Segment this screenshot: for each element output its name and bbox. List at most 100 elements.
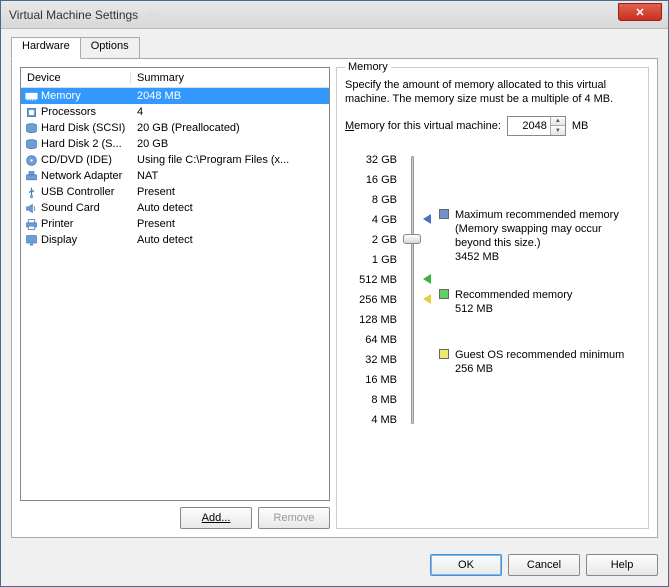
spin-up-icon[interactable]: ▲ (551, 117, 565, 126)
slider-thumb[interactable] (403, 234, 421, 244)
legend-min: Guest OS recommended minimum 256 MB (439, 348, 624, 376)
spin-down-icon[interactable]: ▼ (551, 126, 565, 135)
memory-input-label: Memory for this virtual machine: (345, 120, 501, 132)
table-row[interactable]: Display Auto detect (21, 232, 329, 248)
slider-area: 32 GB16 GB8 GB4 GB2 GB1 GB512 MB256 MB12… (345, 150, 640, 430)
memory-group: Memory Specify the amount of memory allo… (336, 67, 649, 529)
slider-legend: Maximum recommended memory (Memory swapp… (439, 150, 640, 430)
memory-group-label: Memory (345, 61, 391, 73)
cd-icon (25, 154, 38, 167)
table-header[interactable]: Device Summary (21, 68, 329, 88)
device-summary: 20 GB (131, 138, 329, 150)
table-row[interactable]: Network AdapterNAT (21, 168, 329, 184)
device-summary: Using file C:\Program Files (x... (131, 154, 329, 166)
device-name: Sound Card (41, 202, 100, 214)
close-icon: ✕ (635, 6, 644, 19)
titlebar[interactable]: Virtual Machine Settings ⋯ ✕ (1, 1, 668, 29)
legend-min-value: 256 MB (455, 362, 624, 376)
table-row[interactable]: CD/DVD (IDE) Using file C:\Program Files … (21, 152, 329, 168)
memory-spinner[interactable]: ▲ ▼ (507, 116, 566, 136)
bottom-buttons: OK Cancel Help (1, 546, 668, 586)
device-summary: 4 (131, 106, 329, 118)
marker-min-icon (423, 294, 431, 304)
cpu-icon (25, 106, 38, 119)
slider-tick-label: 16 MB (345, 370, 401, 390)
legend-rec-value: 512 MB (455, 302, 572, 316)
usb-icon (25, 186, 38, 199)
tab-options[interactable]: Options (80, 37, 140, 59)
device-name: Display (41, 234, 77, 246)
close-button[interactable]: ✕ (618, 3, 662, 21)
slider-tick-label: 128 MB (345, 310, 401, 330)
sound-icon (25, 202, 38, 215)
spin-buttons[interactable]: ▲ ▼ (550, 117, 565, 135)
marker-max-icon (423, 214, 431, 224)
device-name: USB Controller (41, 186, 114, 198)
slider-tick-label: 512 MB (345, 270, 401, 290)
device-name: CD/DVD (IDE) (41, 154, 112, 166)
tab-hardware[interactable]: Hardware (11, 37, 81, 59)
memory-input-row: Memory for this virtual machine: ▲ ▼ MB (345, 116, 640, 136)
table-row[interactable]: Processors 4 (21, 104, 329, 120)
legend-max-note: (Memory swapping may occur beyond this s… (455, 222, 640, 250)
device-name: Memory (41, 90, 81, 102)
disk-icon (25, 122, 38, 135)
col-device[interactable]: Device (21, 72, 131, 84)
memory-description: Specify the amount of memory allocated t… (345, 78, 640, 106)
device-summary: 20 GB (Preallocated) (131, 122, 329, 134)
tab-panel: Device Summary Memory2048 MBProcessors4H… (11, 58, 658, 538)
slider-tick-label: 256 MB (345, 290, 401, 310)
device-name: Hard Disk (SCSI) (41, 122, 125, 134)
track-line (411, 156, 414, 424)
slider-tick-label: 64 MB (345, 330, 401, 350)
table-row[interactable]: Memory 2048 MB (21, 88, 329, 104)
table-row[interactable]: PrinterPresent (21, 216, 329, 232)
legend-max-title: Maximum recommended memory (455, 208, 640, 222)
device-summary: 2048 MB (131, 90, 329, 102)
legend-rec-swatch-icon (439, 289, 449, 299)
legend-min-swatch-icon (439, 349, 449, 359)
printer-icon (25, 218, 38, 231)
slider-tick-label: 4 GB (345, 210, 401, 230)
settings-window: Virtual Machine Settings ⋯ ✕ Hardware Op… (0, 0, 669, 587)
slider-ticks: 32 GB16 GB8 GB4 GB2 GB1 GB512 MB256 MB12… (345, 150, 401, 430)
legend-rec-title: Recommended memory (455, 288, 572, 302)
cancel-button[interactable]: Cancel (508, 554, 580, 576)
slider-tick-label: 2 GB (345, 230, 401, 250)
ok-button[interactable]: OK (430, 554, 502, 576)
right-pane: Memory Specify the amount of memory allo… (336, 67, 649, 529)
window-title: Virtual Machine Settings (9, 8, 138, 22)
help-button[interactable]: Help (586, 554, 658, 576)
slider-tick-label: 16 GB (345, 170, 401, 190)
memory-input[interactable] (508, 120, 550, 132)
device-summary: NAT (131, 170, 329, 182)
memory-unit: MB (572, 120, 589, 132)
legend-min-title: Guest OS recommended minimum (455, 348, 624, 362)
legend-max-value: 3452 MB (455, 250, 640, 264)
table-row[interactable]: Sound Card Auto detect (21, 200, 329, 216)
device-summary: Auto detect (131, 202, 329, 214)
slider-track[interactable] (401, 150, 423, 430)
remove-button[interactable]: Remove (258, 507, 330, 529)
net-icon (25, 170, 38, 183)
slider-markers (423, 150, 439, 430)
add-button[interactable]: Add... (180, 507, 252, 529)
slider-tick-label: 32 MB (345, 350, 401, 370)
table-row[interactable]: Hard Disk 2 (S...20 GB (21, 136, 329, 152)
device-summary: Present (131, 186, 329, 198)
device-name: Printer (41, 218, 73, 230)
device-summary: Auto detect (131, 234, 329, 246)
legend-max: Maximum recommended memory (Memory swapp… (439, 208, 640, 264)
titlebar-blur: ⋯ (148, 8, 159, 21)
disk-icon (25, 138, 38, 151)
table-row[interactable]: Hard Disk (SCSI) 20 GB (Preallocated) (21, 120, 329, 136)
device-table[interactable]: Device Summary Memory2048 MBProcessors4H… (20, 67, 330, 501)
tab-strip: Hardware Options (11, 37, 658, 59)
device-name: Processors (41, 106, 96, 118)
slider-tick-label: 1 GB (345, 250, 401, 270)
slider-tick-label: 4 MB (345, 410, 401, 430)
table-buttons: Add... Remove (20, 507, 330, 529)
col-summary[interactable]: Summary (131, 72, 329, 84)
table-row[interactable]: USB Controller Present (21, 184, 329, 200)
left-pane: Device Summary Memory2048 MBProcessors4H… (20, 67, 330, 529)
